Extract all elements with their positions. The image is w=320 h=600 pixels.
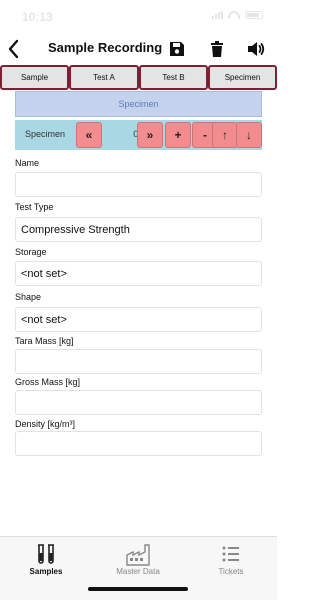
test-tubes-icon <box>38 544 54 564</box>
section-header: Specimen <box>15 91 262 117</box>
tab-samples-label: Samples <box>29 567 63 576</box>
first-button[interactable]: « <box>76 122 102 148</box>
page-title: Sample Recording <box>48 40 163 55</box>
gross-mass-field[interactable] <box>15 390 262 415</box>
tab-test-a[interactable]: Test A <box>69 65 139 90</box>
storage-label: Storage <box>15 247 47 257</box>
tab-tickets[interactable]: Tickets <box>185 537 277 587</box>
navigator-label: Specimen <box>25 129 66 139</box>
chevron-left-icon <box>8 39 19 59</box>
save-icon <box>170 42 184 56</box>
gross-mass-label: Gross Mass [kg] <box>15 377 81 387</box>
density-label: Density [kg/m³] <box>15 419 76 429</box>
test-type-label: Test Type <box>15 202 54 212</box>
save-button[interactable] <box>167 39 187 59</box>
home-indicator <box>88 587 188 591</box>
status-time: 10:13 <box>22 10 53 24</box>
name-field[interactable] <box>15 172 262 197</box>
tara-mass-label: Tara Mass [kg] <box>15 336 74 346</box>
list-icon <box>222 546 239 562</box>
tab-test-b[interactable]: Test B <box>139 65 208 90</box>
factory-icon <box>126 544 150 566</box>
status-bar: 10:13 <box>0 0 277 30</box>
shape-field[interactable]: <not set> <box>15 307 262 332</box>
tab-tickets-label: Tickets <box>218 567 244 576</box>
sound-button[interactable] <box>246 39 266 59</box>
signal-icon <box>212 11 223 19</box>
delete-button[interactable] <box>207 39 227 59</box>
system-indicators <box>212 11 263 19</box>
add-button[interactable]: + <box>165 122 191 148</box>
test-type-field[interactable]: Compressive Strength <box>15 217 262 242</box>
trash-icon <box>211 41 223 57</box>
tab-master-data-label: Master Data <box>116 567 160 576</box>
name-label: Name <box>15 158 40 168</box>
tab-specimen[interactable]: Specimen <box>208 65 277 90</box>
shape-label: Shape <box>15 292 42 302</box>
last-button[interactable]: » <box>137 122 163 148</box>
wifi-icon <box>228 11 240 19</box>
specimen-navigator: Specimen « 0 / 0 » + - ↑ ↓ <box>15 120 262 150</box>
move-down-button[interactable]: ↓ <box>236 122 262 148</box>
battery-icon <box>245 11 263 19</box>
speaker-icon <box>248 42 265 56</box>
tab-bar-top: Sample Test A Test B Specimen <box>0 65 277 91</box>
density-field[interactable] <box>15 431 262 456</box>
tab-samples[interactable]: Samples <box>0 537 92 587</box>
tab-sample[interactable]: Sample <box>0 65 69 90</box>
tab-master-data[interactable]: Master Data <box>92 537 184 587</box>
header-bar: Sample Recording <box>0 34 277 64</box>
storage-field[interactable]: <not set> <box>15 261 262 286</box>
move-up-button[interactable]: ↑ <box>212 122 238 148</box>
back-button[interactable] <box>4 36 24 62</box>
tara-mass-field[interactable] <box>15 349 262 374</box>
